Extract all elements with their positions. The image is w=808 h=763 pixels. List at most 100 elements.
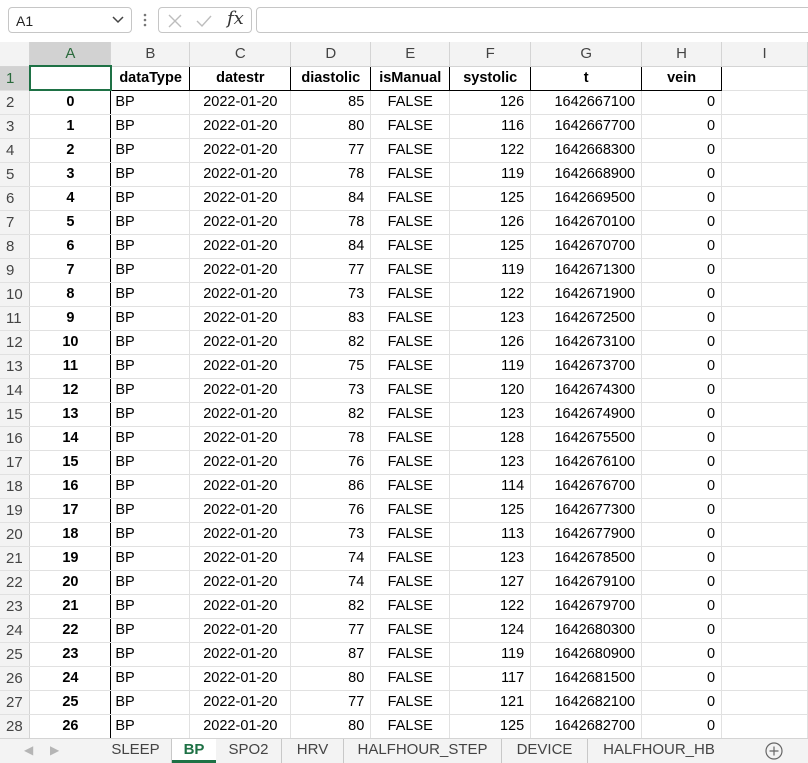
empty-cell[interactable] — [721, 378, 808, 403]
data-cell[interactable]: FALSE — [370, 282, 451, 307]
row-header[interactable]: 5 — [0, 162, 31, 187]
data-cell[interactable]: 1642670100 — [530, 210, 643, 235]
data-cell[interactable]: 119 — [449, 642, 532, 667]
row-header[interactable]: 26 — [0, 666, 31, 691]
data-cell[interactable]: 0 — [641, 474, 723, 499]
data-cell[interactable]: FALSE — [370, 522, 451, 547]
data-cell[interactable]: 0 — [641, 378, 723, 403]
data-cell[interactable]: 0 — [641, 714, 723, 738]
data-cell[interactable]: 0 — [641, 618, 723, 643]
data-cell[interactable]: BP — [110, 570, 191, 595]
index-cell[interactable]: 8 — [29, 282, 112, 307]
data-cell[interactable]: 0 — [641, 426, 723, 451]
data-cell[interactable]: 1642672500 — [530, 306, 643, 331]
data-cell[interactable]: 78 — [290, 162, 372, 187]
data-cell[interactable]: 1642671300 — [530, 258, 643, 283]
row-header[interactable]: 24 — [0, 618, 31, 643]
data-cell[interactable]: 127 — [449, 570, 532, 595]
row-header[interactable]: 20 — [0, 522, 31, 547]
empty-cell[interactable] — [721, 570, 808, 595]
empty-cell[interactable] — [721, 354, 808, 379]
data-cell[interactable]: 2022-01-20 — [189, 570, 292, 595]
data-cell[interactable]: 2022-01-20 — [189, 426, 292, 451]
data-cell[interactable]: 1642670700 — [530, 234, 643, 259]
data-cell[interactable]: BP — [110, 450, 191, 475]
row-header[interactable]: 14 — [0, 378, 31, 403]
data-cell[interactable]: FALSE — [370, 642, 451, 667]
data-cell[interactable]: 2022-01-20 — [189, 378, 292, 403]
data-cell[interactable]: 122 — [449, 138, 532, 163]
index-cell[interactable]: 14 — [29, 426, 112, 451]
row-header[interactable]: 18 — [0, 474, 31, 499]
column-header[interactable]: A — [29, 42, 112, 67]
data-cell[interactable]: BP — [110, 498, 191, 523]
data-cell[interactable]: BP — [110, 378, 191, 403]
data-cell[interactable]: 122 — [449, 282, 532, 307]
sheet-tab-hrv[interactable]: HRV — [282, 739, 344, 763]
index-cell[interactable]: 15 — [29, 450, 112, 475]
empty-cell[interactable] — [721, 306, 808, 331]
row-header[interactable]: 4 — [0, 138, 31, 163]
data-cell[interactable]: 1642678500 — [530, 546, 643, 571]
row-header[interactable]: 22 — [0, 570, 31, 595]
data-cell[interactable]: FALSE — [370, 618, 451, 643]
data-cell[interactable]: 2022-01-20 — [189, 642, 292, 667]
data-cell[interactable]: 119 — [449, 258, 532, 283]
data-cell[interactable]: 1642681500 — [530, 666, 643, 691]
name-box[interactable]: A1 — [8, 7, 132, 33]
data-cell[interactable]: 0 — [641, 90, 723, 115]
data-cell[interactable]: 1642669500 — [530, 186, 643, 211]
data-cell[interactable]: 76 — [290, 498, 372, 523]
row-header[interactable]: 3 — [0, 114, 31, 139]
index-cell[interactable]: 16 — [29, 474, 112, 499]
data-cell[interactable]: 2022-01-20 — [189, 594, 292, 619]
data-cell[interactable]: FALSE — [370, 666, 451, 691]
row-header[interactable]: 21 — [0, 546, 31, 571]
data-cell[interactable]: 86 — [290, 474, 372, 499]
data-cell[interactable]: BP — [110, 474, 191, 499]
data-cell[interactable]: 2022-01-20 — [189, 546, 292, 571]
data-cell[interactable]: BP — [110, 330, 191, 355]
row-header[interactable]: 7 — [0, 210, 31, 235]
data-cell[interactable]: 1642671900 — [530, 282, 643, 307]
column-header[interactable]: C — [189, 42, 292, 67]
data-cell[interactable]: 0 — [641, 114, 723, 139]
data-cell[interactable]: FALSE — [370, 186, 451, 211]
data-cell[interactable]: BP — [110, 690, 191, 715]
row-header[interactable]: 28 — [0, 714, 31, 738]
row-header[interactable]: 13 — [0, 354, 31, 379]
data-cell[interactable]: 126 — [449, 90, 532, 115]
index-cell[interactable]: 5 — [29, 210, 112, 235]
data-cell[interactable]: 0 — [641, 450, 723, 475]
data-cell[interactable]: FALSE — [370, 402, 451, 427]
data-cell[interactable]: 119 — [449, 162, 532, 187]
index-cell[interactable]: 20 — [29, 570, 112, 595]
data-cell[interactable]: 1642682700 — [530, 714, 643, 738]
empty-cell[interactable] — [721, 402, 808, 427]
check-icon[interactable] — [196, 13, 212, 29]
data-cell[interactable]: BP — [110, 546, 191, 571]
data-cell[interactable]: 1642667100 — [530, 90, 643, 115]
data-cell[interactable]: 2022-01-20 — [189, 714, 292, 738]
data-cell[interactable]: FALSE — [370, 714, 451, 738]
select-all-corner[interactable] — [0, 42, 31, 67]
index-cell[interactable]: 4 — [29, 186, 112, 211]
index-cell[interactable]: 6 — [29, 234, 112, 259]
data-cell[interactable]: 114 — [449, 474, 532, 499]
data-cell[interactable]: 73 — [290, 522, 372, 547]
column-header[interactable]: E — [370, 42, 451, 67]
data-cell[interactable]: BP — [110, 234, 191, 259]
data-cell[interactable]: 83 — [290, 306, 372, 331]
row-header[interactable]: 12 — [0, 330, 31, 355]
column-header[interactable]: D — [290, 42, 372, 67]
data-cell[interactable]: 116 — [449, 114, 532, 139]
empty-cell[interactable] — [721, 66, 808, 91]
data-cell[interactable]: 125 — [449, 498, 532, 523]
data-cell[interactable]: 87 — [290, 642, 372, 667]
data-cell[interactable]: 0 — [641, 546, 723, 571]
empty-cell[interactable] — [721, 234, 808, 259]
active-cell[interactable] — [28, 65, 112, 91]
empty-cell[interactable] — [721, 186, 808, 211]
data-cell[interactable]: 1642677300 — [530, 498, 643, 523]
empty-cell[interactable] — [721, 282, 808, 307]
